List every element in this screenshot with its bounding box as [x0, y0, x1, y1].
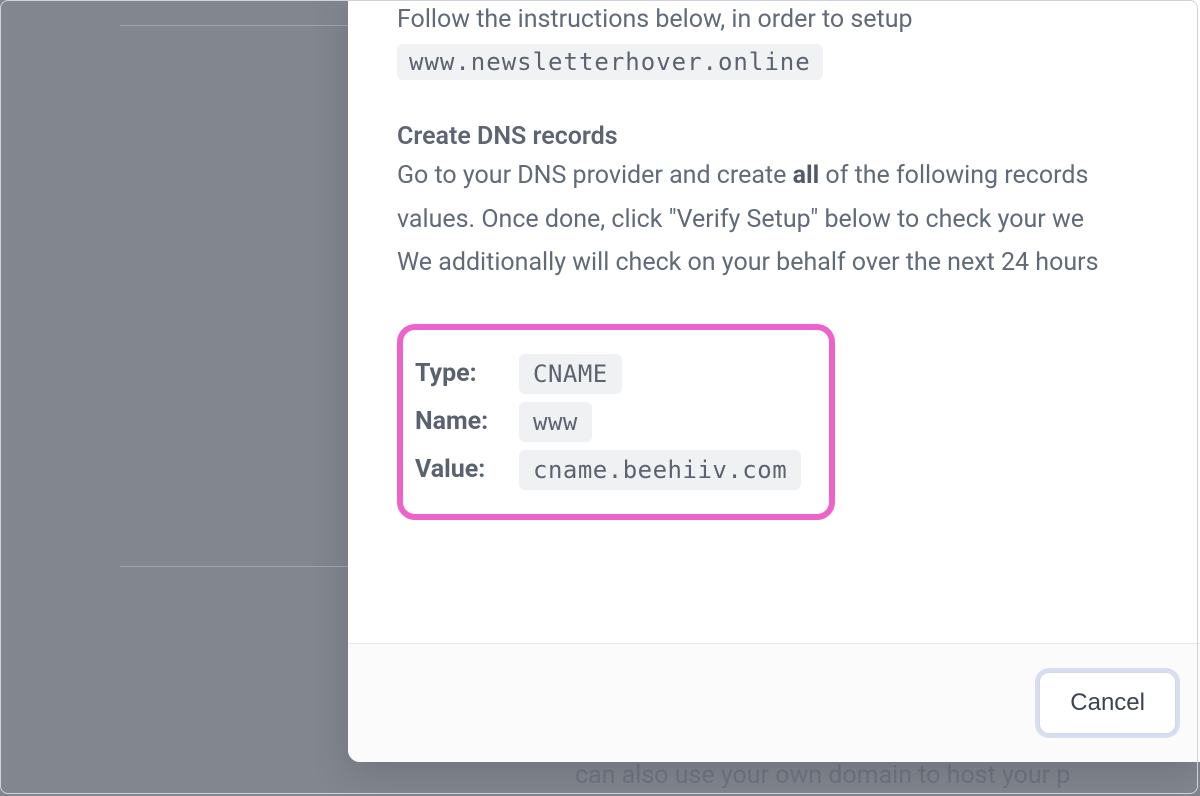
dns-value-label: Value:: [415, 455, 519, 484]
dns-setup-modal: Follow the instructions below, in order …: [348, 0, 1200, 762]
dns-type-label: Type:: [415, 359, 519, 388]
dns-type-value[interactable]: CNAME: [519, 354, 622, 394]
background-hint-text: can also use your own domain to host you…: [575, 761, 1070, 790]
section-text-line2: values. Once done, click "Verify Setup" …: [397, 201, 1200, 239]
text-fragment: Go to your DNS provider and create: [397, 161, 793, 190]
modal-body: Follow the instructions below, in order …: [348, 0, 1200, 643]
section-text-line1: Go to your DNS provider and create all o…: [397, 157, 1200, 195]
dns-record-highlight-box: Type: CNAME Name: www Value: cname.beehi…: [397, 324, 835, 520]
text-bold: all: [793, 161, 820, 190]
backdrop-divider: [120, 566, 350, 567]
cancel-button[interactable]: Cancel: [1039, 672, 1176, 734]
domain-code: www.newsletterhover.online: [397, 44, 823, 80]
text-fragment: of the following records: [819, 161, 1088, 190]
modal-footer: Cancel: [348, 643, 1200, 762]
section-heading: Create DNS records: [397, 122, 1200, 151]
dns-value-value[interactable]: cname.beehiiv.com: [519, 450, 801, 490]
dns-row-name: Name: www: [415, 402, 809, 442]
section-text-line3: We additionally will check on your behal…: [397, 244, 1200, 282]
dns-row-value: Value: cname.beehiiv.com: [415, 450, 809, 490]
backdrop-divider: [120, 25, 350, 26]
dns-row-type: Type: CNAME: [415, 354, 809, 394]
dns-name-label: Name:: [415, 407, 519, 436]
intro-text: Follow the instructions below, in order …: [397, 2, 1200, 38]
dns-name-value[interactable]: www: [519, 402, 592, 442]
